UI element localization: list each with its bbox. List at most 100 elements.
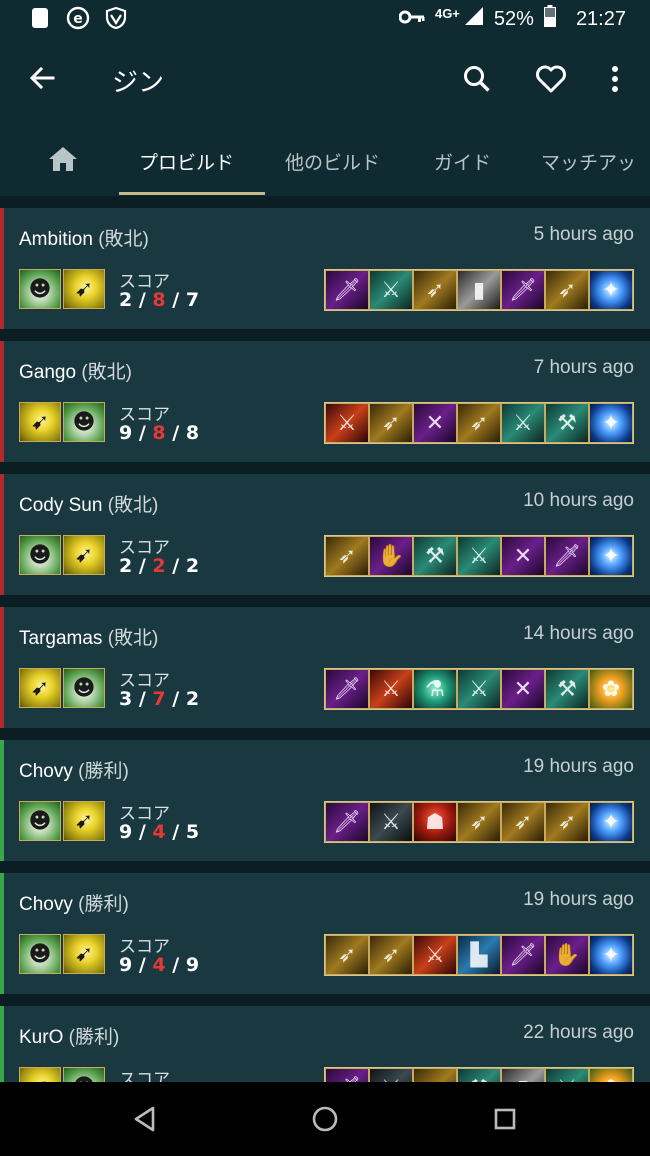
player-name-line: Chovy (勝利) (19, 889, 129, 916)
purple-sword-icon: 🗡 (501, 270, 545, 310)
gold-spear-icon: ➶ (457, 403, 501, 443)
build-card[interactable]: Ambition (敗北) 5 hours ago ☻ ➹ スコア 2 / 8 / 7 🗡 ⚔… (0, 208, 650, 329)
orange-trinket-icon: ✿ (589, 1068, 633, 1082)
build-list[interactable]: Ambition (敗北) 5 hours ago ☻ ➹ スコア 2 / 8 / 7 🗡 ⚔… (0, 196, 650, 1082)
heal-spell-icon: ☻ (19, 535, 61, 575)
result-indicator (0, 474, 4, 595)
match-result: (敗北) (107, 628, 159, 649)
summoner-spells: ➹☻ (19, 668, 105, 708)
green-potion-icon: ⚗ (413, 669, 457, 709)
build-card[interactable]: Cody Sun (敗北) 10 hours ago ☻ ➹ スコア 2 / 2 / 2 ➶… (0, 474, 650, 595)
triangle-back-icon (134, 1106, 155, 1132)
battery-percent: 52% (493, 7, 534, 30)
grey-blade-icon: ▮ (457, 270, 501, 310)
player-name: Cody Sun (19, 495, 103, 516)
kills: 3 (119, 688, 133, 710)
blue-trinket-icon: ✦ (589, 802, 633, 842)
nav-recents-button[interactable] (492, 1104, 522, 1134)
notification-icons: e (28, 6, 128, 30)
item-build: ➶ ✋ ⚒ ⚔ ✕ 🗡 ✦ (324, 535, 634, 577)
heart-icon (536, 65, 566, 93)
gold-spear-icon: ➶ (325, 935, 369, 975)
flash-spell-icon: ➹ (63, 801, 105, 841)
match-time: 14 hours ago (523, 623, 634, 644)
tab-pro-builds[interactable]: プロビルド (139, 148, 234, 198)
kda-score: 2 / 8 / 7 (119, 289, 199, 311)
shield-icon (104, 6, 128, 30)
player-name-line: KurO (勝利) (19, 1022, 119, 1049)
search-button[interactable] (460, 62, 494, 96)
tab-bar: プロビルド 他のビルド ガイド マッチアッ (0, 138, 650, 196)
heal-spell-icon: ☻ (63, 1067, 105, 1082)
red-blade-icon: ⚔ (413, 935, 457, 975)
kda-separator: / (132, 954, 153, 976)
player-name-line: Targamas (敗北) (19, 623, 158, 650)
player-name: Chovy (19, 761, 73, 782)
teal-scythe-icon: ⚒ (413, 536, 457, 576)
flash-spell-icon: ➹ (19, 1067, 61, 1082)
teal-scythe-icon: ⚒ (457, 1068, 501, 1082)
kda-score: 3 / 7 / 2 (119, 688, 199, 710)
teal-axe-icon: ⚔ (369, 270, 413, 310)
tab-other-builds[interactable]: 他のビルド (285, 148, 380, 198)
flash-spell-icon: ➹ (63, 269, 105, 309)
teal-scythe-icon: ⚒ (545, 403, 589, 443)
dark-axe-icon: ⚔ (369, 802, 413, 842)
build-card[interactable]: Targamas (敗北) 14 hours ago ➹ ☻ スコア 3 / 7 / 2 🗡… (0, 607, 650, 728)
assists: 8 (185, 422, 200, 444)
tab-guides[interactable]: ガイド (434, 148, 491, 198)
build-card[interactable]: KurO (勝利)22 hours ago➹☻スコア / / 🗡⚔➶⚒▮⚔✿ (0, 1006, 650, 1082)
match-time: 7 hours ago (533, 357, 634, 378)
player-name: Ambition (19, 229, 93, 250)
signal-icon (464, 6, 484, 32)
build-card[interactable]: Chovy (勝利) 19 hours ago ☻ ➹ スコア 9 / 4 / 9 ➶ ➶ ⚔ ▙… (0, 873, 650, 994)
home-icon (49, 147, 77, 171)
more-options-button[interactable] (598, 62, 632, 96)
kills: 9 (119, 821, 133, 843)
kills: 2 (119, 555, 133, 577)
match-time: 19 hours ago (523, 756, 634, 777)
purple-gauntlet-icon: ✋ (369, 536, 413, 576)
result-indicator (0, 1006, 4, 1082)
vpn-key-icon (398, 8, 425, 31)
player-name-line: Cody Sun (敗北) (19, 490, 158, 517)
build-card[interactable]: Gango (敗北) 7 hours ago ➹ ☻ スコア 9 / 8 / 8 ⚔ ➶ ✕ ➶ ⚔… (0, 341, 650, 462)
flash-spell-icon: ➹ (19, 668, 61, 708)
summoner-spells: ☻ ➹ (19, 535, 105, 575)
assists: 2 (185, 688, 200, 710)
match-result: (勝利) (78, 761, 129, 782)
gold-spear-icon: ➶ (325, 536, 369, 576)
player-name-line: Gango (敗北) (19, 357, 132, 384)
purple-cross-icon: ✕ (413, 403, 457, 443)
nav-back-button[interactable] (131, 1104, 161, 1134)
navigation-bar (0, 1082, 650, 1156)
teal-axe-icon: ⚔ (545, 1068, 589, 1082)
gold-spear-icon: ➶ (545, 802, 589, 842)
flash-spell-icon: ➹ (19, 402, 61, 442)
back-button[interactable] (26, 62, 58, 94)
match-time: 19 hours ago (523, 889, 634, 910)
kda-score: 9 / 4 / 9 (119, 954, 199, 976)
tab-home[interactable] (46, 144, 80, 194)
kda-separator: / (132, 821, 153, 843)
kda-score: 9 / 8 / 8 (119, 422, 199, 444)
tab-matchups[interactable]: マッチアッ (541, 148, 636, 198)
blue-trinket-icon: ✦ (589, 270, 633, 310)
red-blade-icon: ⚔ (325, 403, 369, 443)
kda-separator: / (165, 422, 186, 444)
teal-axe-icon: ⚔ (457, 669, 501, 709)
orange-trinket-icon: ✿ (589, 669, 633, 709)
assists: 9 (185, 954, 200, 976)
dark-axe-icon: ⚔ (369, 1068, 413, 1082)
night-mode-icon (28, 6, 52, 30)
kda-separator: / (132, 555, 153, 577)
nav-home-button[interactable] (310, 1104, 340, 1134)
blue-trinket-icon: ✦ (589, 403, 633, 443)
blue-trinket-icon: ✦ (589, 536, 633, 576)
favorite-button[interactable] (534, 62, 568, 96)
build-card[interactable]: Chovy (勝利) 19 hours ago ☻ ➹ スコア 9 / 4 / 5 🗡 ⚔ ☗ ➶… (0, 740, 650, 861)
heal-spell-icon: ☻ (63, 668, 105, 708)
more-vert-icon (612, 66, 618, 92)
purple-sword-icon: 🗡 (325, 270, 369, 310)
clock: 21:27 (575, 7, 626, 30)
